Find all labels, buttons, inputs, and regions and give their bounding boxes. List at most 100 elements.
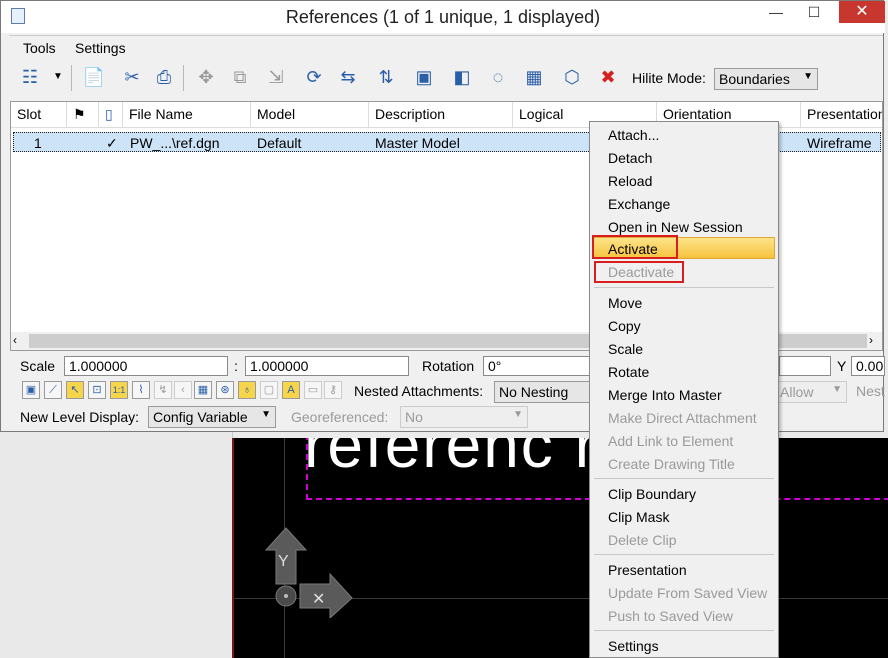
new-level-display-select[interactable]: Config Variable ▼ [148,406,276,428]
attach-icon[interactable]: 📄 [81,63,107,91]
col-slot[interactable]: Slot [11,102,67,128]
comment-icon: ▭ [304,381,322,399]
exchange-icon[interactable]: ✖ [595,63,621,91]
nest-label: Nest [856,383,885,399]
locate-toggle-icon[interactable]: ↖ [66,381,84,399]
col-model[interactable]: Model [251,102,369,128]
reload-icon[interactable]: ⎙ [151,63,177,91]
menu-tools[interactable]: Tools [23,40,56,56]
level-override-icon: ‹ [174,381,192,399]
menu-copy[interactable]: Copy [608,318,641,334]
clip-mask-icon[interactable]: ◧ [449,63,475,91]
view-axis-icon: Y ✕ [264,527,353,618]
clip-boundary-icon[interactable]: ▣ [411,63,437,91]
cell-presentation: Wireframe [807,135,872,151]
hilite-mode-label: Hilite Mode: [632,70,706,86]
toolbar-separator [183,65,184,91]
grid-toggle-icon[interactable]: ▦ [194,381,212,399]
annotation-icon[interactable]: A [282,381,300,399]
chevron-down-icon[interactable]: ▼ [53,71,63,82]
scale-label: Scale [20,358,56,374]
georeferenced-select: No ▼ [400,406,528,428]
detach-icon[interactable]: ✂ [119,63,145,91]
menu-exchange[interactable]: Exchange [608,196,670,212]
scale-icon: ⇲ [268,66,284,87]
delete-clip-icon[interactable]: ◌ [485,63,511,91]
maximize-button[interactable]: ☐ [797,1,831,23]
move-icon: ✥ [198,66,214,87]
drawing-canvas[interactable]: referenc rt r Y ✕ [232,438,888,658]
rotation-input[interactable]: 0° [483,356,591,376]
menu-scale[interactable]: Scale [608,341,643,357]
snap-toggle-icon[interactable]: ⟋ [44,381,62,399]
svg-text:✕: ✕ [312,591,325,608]
ignore-attach-icon[interactable]: ⊛ [216,381,234,399]
menu-clip-boundary[interactable]: Clip Boundary [608,486,696,502]
display-toggle-icon[interactable]: ▣ [22,381,40,399]
menu-clip-mask[interactable]: Clip Mask [608,509,669,525]
scale-line-icon[interactable]: ⌇ [132,381,150,399]
file-icon: ▯ [105,106,113,122]
true-scale-icon[interactable]: 1:1 [110,381,128,399]
chevron-down-icon: ▼ [261,409,271,420]
y-offset-input[interactable]: 0.00 [851,356,885,376]
toolbar-separator [71,65,72,91]
menu-bar: Tools Settings [9,35,883,58]
col-presentation[interactable]: Presentation [801,102,882,128]
menu-attach[interactable]: Attach... [608,127,659,143]
mirror-vertical-icon[interactable]: ⇅ [373,63,399,91]
scroll-right-icon[interactable]: › [869,333,873,347]
minimize-button[interactable]: — [759,1,793,23]
allow-value: Allow [780,384,814,400]
scale-x-input[interactable]: 1.000000 [64,356,228,376]
menu-create-drawing-title: Create Drawing Title [608,456,735,472]
col-display[interactable]: ▯ [99,102,123,128]
nested-attachments-value: No Nesting [499,384,569,400]
menu-presentation[interactable]: Presentation [608,562,687,578]
lock-toggle-icon[interactable]: ⊡ [88,381,106,399]
hilite-mode-value: Boundaries [719,71,790,87]
light-bulb-icon[interactable]: ♁ [238,381,256,399]
cell-description: Master Model [375,135,460,151]
menu-update-from-saved-view: Update From Saved View [608,585,768,601]
tree-view-icon[interactable]: ☷ [17,63,43,91]
chevron-down-icon: ▼ [832,384,842,395]
clip-front-icon[interactable]: ▦ [521,63,547,91]
window-title: References (1 of 1 unique, 1 displayed) [285,7,601,27]
menu-rotate[interactable]: Rotate [608,364,649,380]
col-description[interactable]: Description [369,102,513,128]
rotate-icon[interactable]: ⟳ [301,63,327,91]
cube-icon[interactable]: ⬡ [559,63,585,91]
new-level-display-value: Config Variable [153,409,248,425]
close-button[interactable]: ✕ [839,1,885,23]
side-panel [0,430,233,658]
scroll-left-icon[interactable]: ‹ [13,333,17,347]
menu-open-new-session[interactable]: Open in New Session [608,219,743,235]
cell-file-name: PW_...\ref.dgn [130,135,220,151]
col-file-name[interactable]: File Name [123,102,251,128]
hilite-mode-select[interactable]: Boundaries ▼ [714,68,818,90]
mirror-horizontal-icon[interactable]: ⇆ [335,63,361,91]
cell-check[interactable]: ✓ [106,135,118,152]
new-level-display-label: New Level Display: [20,409,140,425]
menu-merge-into-master[interactable]: Merge Into Master [608,387,722,403]
chevron-down-icon: ▼ [803,71,813,82]
print-toggle-icon: ▢ [260,381,278,399]
depth-select: Allow ▼ [775,381,847,403]
scale-separator: : [234,358,238,374]
menu-move[interactable]: Move [608,295,642,311]
col-flag[interactable]: ⚑ [67,102,99,128]
menu-activate[interactable]: Activate [608,241,658,257]
cell-slot: 1 [34,135,42,151]
menu-detach[interactable]: Detach [608,150,652,166]
menu-add-link: Add Link to Element [608,433,734,449]
scale-y-input[interactable]: 1.000000 [245,356,409,376]
menu-deactivate: Deactivate [608,264,675,280]
menu-settings[interactable]: Settings [75,40,126,56]
nested-attachments-select[interactable]: No Nesting [494,381,590,403]
menu-reload[interactable]: Reload [608,173,652,189]
x-offset-input[interactable] [779,356,831,376]
menu-settings-item[interactable]: Settings [608,638,659,654]
menu-separator [594,478,774,479]
title-bar: References (1 of 1 unique, 1 displayed) … [1,1,885,33]
